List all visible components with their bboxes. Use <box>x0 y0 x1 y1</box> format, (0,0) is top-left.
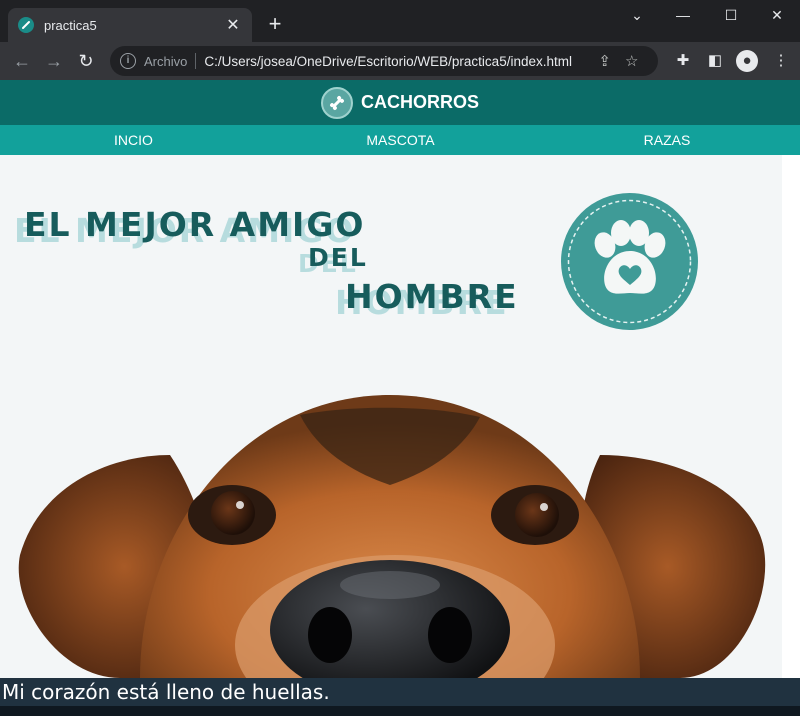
hero-banner: EL MEJOR AMIGO EL MEJOR AMIGO DEL DEL HOMB… <box>0 155 782 678</box>
hero-headline-line2: DEL DEL <box>298 243 368 278</box>
back-icon[interactable]: ← <box>6 45 38 77</box>
address-bar[interactable]: i Archivo C:/Users/josea/OneDrive/Escrit… <box>110 46 658 76</box>
menu-icon[interactable]: ⋮ <box>770 50 792 72</box>
extensions-icon[interactable]: ✚ <box>672 50 694 72</box>
site-title: CACHORROS <box>360 92 479 112</box>
paw-icon <box>561 193 698 330</box>
site-nav: INCIO MASCOTA RAZAS <box>0 125 800 155</box>
hero-headline-line1: EL MEJOR AMIGO EL MEJOR AMIGO <box>14 205 366 250</box>
new-tab-button[interactable]: + <box>262 12 288 38</box>
url-text[interactable]: C:/Users/josea/OneDrive/Escritorio/WEB/p… <box>204 54 584 69</box>
tab-title: practica5 <box>44 17 97 33</box>
tab-search-icon[interactable]: ⌄ <box>614 4 660 26</box>
forward-icon[interactable]: → <box>38 45 70 77</box>
info-icon[interactable]: i <box>120 53 136 69</box>
browser-toolbar: ← → ↻ i Archivo C:/Users/josea/OneDrive/… <box>0 42 800 80</box>
close-tab-icon[interactable]: ✕ <box>224 15 242 35</box>
browser-tab[interactable]: practica5 ✕ <box>8 8 252 42</box>
sidebar-icon[interactable]: ◧ <box>704 50 726 72</box>
site-header: CACHORROS <box>0 80 800 125</box>
minimize-icon[interactable]: — <box>660 4 706 26</box>
omnibox-divider <box>195 53 197 69</box>
share-icon[interactable]: ⇪ <box>598 52 611 70</box>
footer-caption: Mi corazón está lleno de huellas. <box>0 678 800 706</box>
tab-strip: practica5 ✕ + ⌄ — ☐ ✕ <box>0 0 800 42</box>
star-icon[interactable]: ☆ <box>625 52 638 70</box>
nav-item-mascota[interactable]: MASCOTA <box>267 125 534 155</box>
maximize-icon[interactable]: ☐ <box>708 4 754 26</box>
favicon-icon <box>18 17 34 33</box>
close-window-icon[interactable]: ✕ <box>754 4 800 26</box>
dog-eye-right <box>515 493 559 537</box>
scrollbar[interactable] <box>782 155 800 678</box>
nav-item-razas[interactable]: RAZAS <box>534 125 800 155</box>
dog-eye-left <box>211 491 255 535</box>
bone-icon <box>320 86 353 119</box>
profile-icon[interactable]: ● <box>736 50 758 72</box>
reload-icon[interactable]: ↻ <box>70 45 102 77</box>
hero-headline-line3: HOMBRE HOMBRE <box>335 277 519 322</box>
web-page: CACHORROS INCIO MASCOTA RAZAS EL MEJOR A… <box>0 80 800 716</box>
omnibox-label: Archivo <box>144 53 188 69</box>
footer-strip <box>0 706 800 716</box>
nav-item-inicio[interactable]: INCIO <box>0 125 267 155</box>
